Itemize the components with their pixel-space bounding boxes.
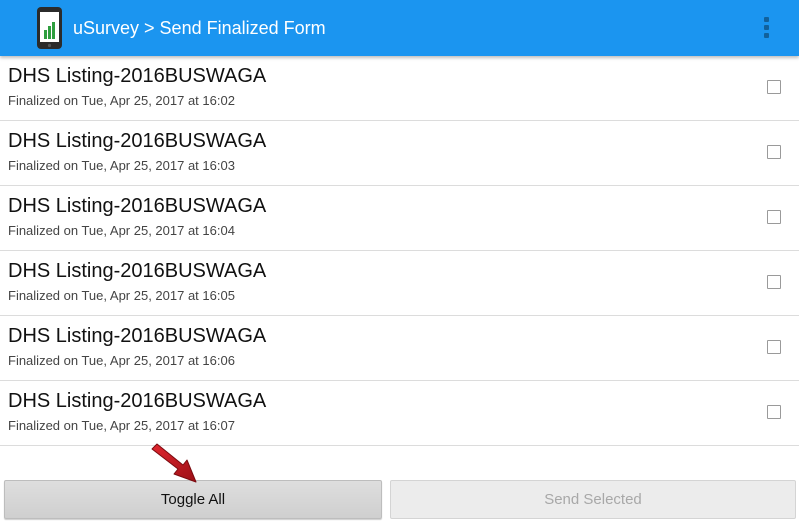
bottom-button-bar: Toggle All Send Selected — [0, 474, 799, 526]
form-title: DHS Listing-2016BUSWAGA — [8, 130, 267, 152]
select-checkbox[interactable] — [767, 340, 781, 354]
list-item[interactable]: DHS Listing-2016BUSWAGA Finalized on Tue… — [0, 381, 799, 446]
overflow-menu-icon[interactable] — [752, 12, 782, 44]
page-title: uSurvey > Send Finalized Form — [73, 18, 326, 38]
form-finalized-date: Finalized on Tue, Apr 25, 2017 at 16:07 — [8, 418, 235, 433]
action-bar: uSurvey > Send Finalized Form — [0, 0, 799, 56]
select-checkbox[interactable] — [767, 145, 781, 159]
select-checkbox[interactable] — [767, 405, 781, 419]
menu-dot — [764, 25, 769, 30]
send-finalized-form-screen: uSurvey > Send Finalized Form DHS Listin… — [0, 0, 799, 526]
menu-dot — [764, 17, 769, 22]
list-item[interactable]: DHS Listing-2016BUSWAGA Finalized on Tue… — [0, 251, 799, 316]
list-item[interactable]: DHS Listing-2016BUSWAGA Finalized on Tue… — [0, 186, 799, 251]
form-finalized-date: Finalized on Tue, Apr 25, 2017 at 16:03 — [8, 158, 235, 173]
list-item[interactable]: DHS Listing-2016BUSWAGA Finalized on Tue… — [0, 56, 799, 121]
select-checkbox[interactable] — [767, 275, 781, 289]
send-selected-button[interactable]: Send Selected — [390, 480, 796, 519]
list-item[interactable]: DHS Listing-2016BUSWAGA Finalized on Tue… — [0, 121, 799, 186]
form-title: DHS Listing-2016BUSWAGA — [8, 195, 267, 217]
form-title: DHS Listing-2016BUSWAGA — [8, 390, 267, 412]
form-finalized-date: Finalized on Tue, Apr 25, 2017 at 16:06 — [8, 353, 235, 368]
menu-dot — [764, 33, 769, 38]
form-finalized-date: Finalized on Tue, Apr 25, 2017 at 16:05 — [8, 288, 235, 303]
select-checkbox[interactable] — [767, 80, 781, 94]
form-title: DHS Listing-2016BUSWAGA — [8, 325, 267, 347]
form-title: DHS Listing-2016BUSWAGA — [8, 65, 267, 87]
list-item[interactable]: DHS Listing-2016BUSWAGA Finalized on Tue… — [0, 316, 799, 381]
form-finalized-date: Finalized on Tue, Apr 25, 2017 at 16:04 — [8, 223, 235, 238]
select-checkbox[interactable] — [767, 210, 781, 224]
phone-chart-icon — [37, 7, 62, 49]
form-title: DHS Listing-2016BUSWAGA — [8, 260, 267, 282]
form-finalized-date: Finalized on Tue, Apr 25, 2017 at 16:02 — [8, 93, 235, 108]
toggle-all-button[interactable]: Toggle All — [4, 480, 382, 519]
finalized-forms-list: DHS Listing-2016BUSWAGA Finalized on Tue… — [0, 56, 799, 446]
